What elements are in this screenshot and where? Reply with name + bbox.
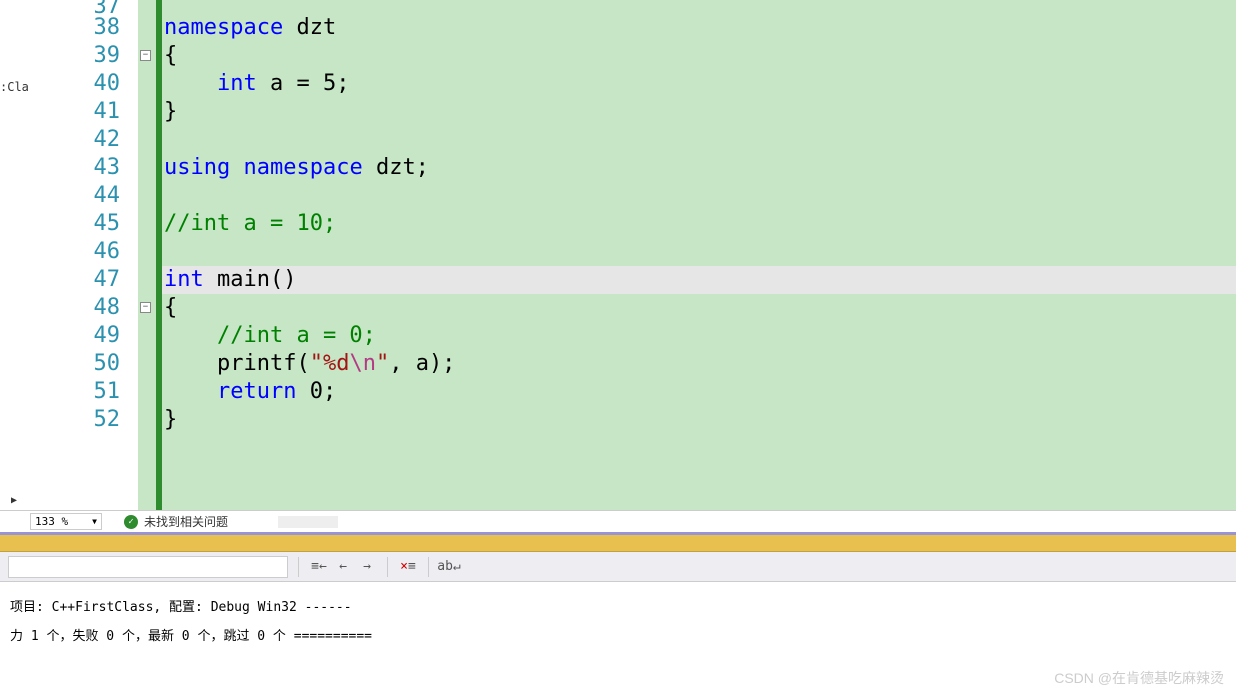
- code-line[interactable]: printf("%d\n", a);: [162, 350, 1236, 378]
- code-content[interactable]: namespace dzt{ int a = 5;}using namespac…: [162, 0, 1236, 510]
- line-number-gutter: 37383940414243444546474849505152: [28, 0, 138, 510]
- code-editor[interactable]: ▶ 37383940414243444546474849505152 −− na…: [0, 0, 1236, 510]
- sidebar-fragment: :Cla: [0, 80, 29, 94]
- status-message: 未找到相关问题: [144, 513, 228, 530]
- divider-band: [0, 532, 1236, 552]
- code-line[interactable]: int a = 5;: [162, 70, 1236, 98]
- output-panel[interactable]: 项目: C++FirstClass, 配置: Debug Win32 -----…: [0, 582, 1236, 663]
- output-line: 力 1 个，失败 0 个，最新 0 个，跳过 0 个 ==========: [10, 623, 1226, 652]
- code-line[interactable]: namespace dzt: [162, 14, 1236, 42]
- output-source-dropdown[interactable]: [8, 556, 288, 578]
- code-line[interactable]: using namespace dzt;: [162, 154, 1236, 182]
- code-folding-column[interactable]: −−: [138, 0, 156, 510]
- left-gutter-panel: ▶: [0, 0, 28, 510]
- fold-toggle-icon[interactable]: −: [140, 50, 151, 61]
- code-line[interactable]: [162, 182, 1236, 210]
- separator: [387, 557, 388, 577]
- chevron-down-icon: ▼: [92, 517, 97, 526]
- zoom-value: 133 %: [35, 515, 68, 528]
- expand-arrow-icon[interactable]: ▶: [11, 495, 17, 506]
- code-line[interactable]: [162, 0, 1236, 14]
- code-line[interactable]: //int a = 10;: [162, 210, 1236, 238]
- goto-prev-icon[interactable]: ≡←: [309, 557, 329, 577]
- separator: [298, 557, 299, 577]
- code-line[interactable]: }: [162, 98, 1236, 126]
- toggle-wrap-icon[interactable]: ab↵: [439, 557, 459, 577]
- output-line: 项目: C++FirstClass, 配置: Debug Win32 -----…: [10, 594, 1226, 623]
- code-line[interactable]: [162, 126, 1236, 154]
- goto-icon[interactable]: →: [357, 557, 377, 577]
- separator: [428, 557, 429, 577]
- zoom-selector[interactable]: 133 % ▼: [30, 513, 102, 530]
- code-line[interactable]: [162, 238, 1236, 266]
- code-line[interactable]: {: [162, 42, 1236, 70]
- goto-next-icon[interactable]: ←: [333, 557, 353, 577]
- code-line[interactable]: {: [162, 294, 1236, 322]
- code-line[interactable]: //int a = 0;: [162, 322, 1236, 350]
- code-line[interactable]: return 0;: [162, 378, 1236, 406]
- watermark: CSDN @在肯德基吃麻辣烫: [1054, 668, 1224, 688]
- code-line[interactable]: }: [162, 406, 1236, 434]
- output-toolbar: ≡← ← → ×≡ ab↵: [0, 552, 1236, 582]
- clear-all-icon[interactable]: ×≡: [398, 557, 418, 577]
- fold-toggle-icon[interactable]: −: [140, 302, 151, 313]
- status-ok-icon: ✓: [124, 515, 138, 529]
- code-line[interactable]: int main(): [162, 266, 1236, 294]
- editor-status-bar: 133 % ▼ ✓ 未找到相关问题: [0, 510, 1236, 532]
- horizontal-scrollbar[interactable]: [278, 516, 338, 528]
